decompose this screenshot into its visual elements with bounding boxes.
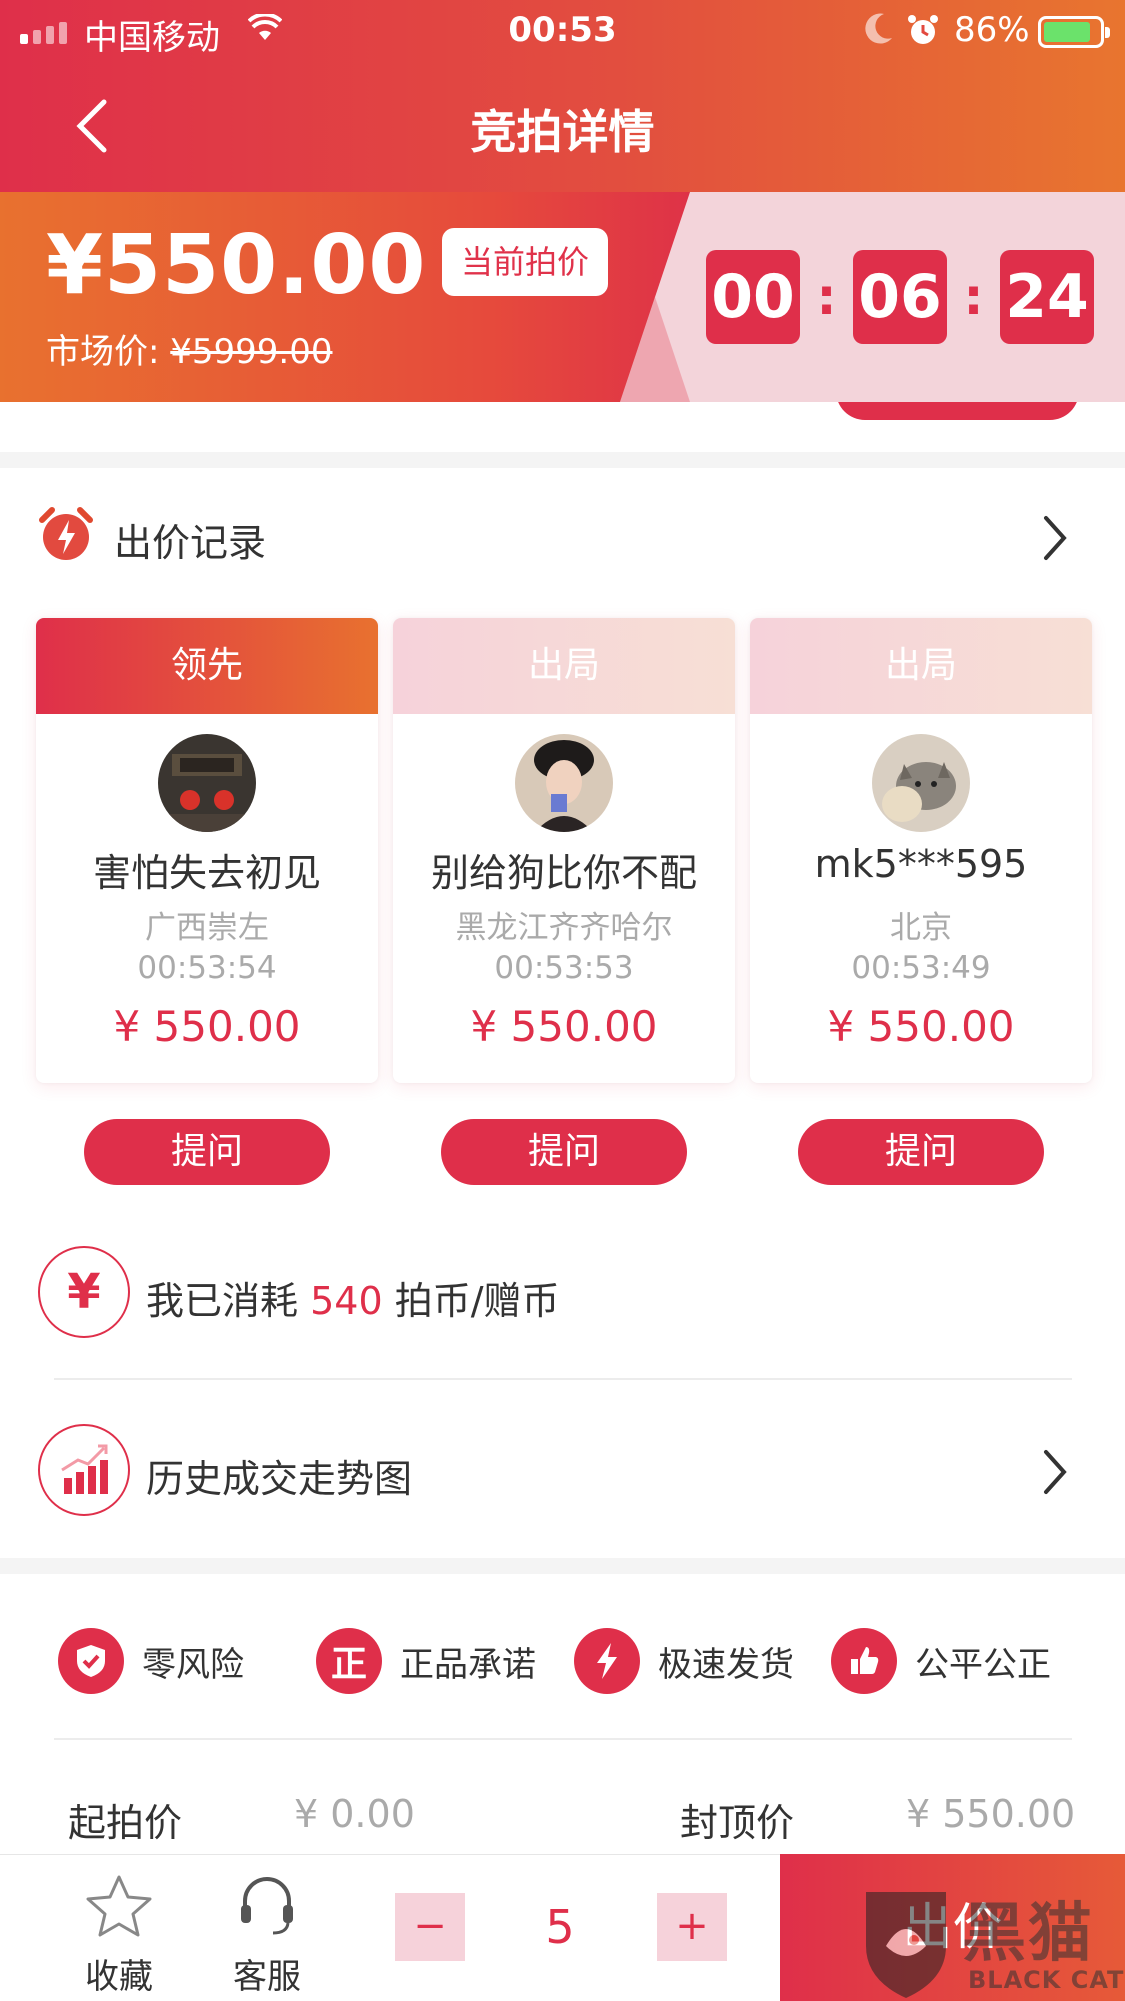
bidder-name: mk5***595 bbox=[814, 842, 1028, 886]
bid-status-out: 出局 bbox=[393, 618, 735, 714]
bid-time: 00:53:54 bbox=[137, 950, 277, 986]
countdown-timer: 00 : 06 : 24 bbox=[706, 250, 1094, 344]
guarantee-label: 零风险 bbox=[142, 1644, 244, 1685]
auction-detail-page: 中国移动 00:53 86% 竞拍详情 ¥550.00 当前拍价 市场价: ¥5… bbox=[0, 0, 1125, 2001]
guarantee-item: 公平公正 bbox=[831, 1628, 1051, 1694]
bid-amount: ¥ 550.00 bbox=[470, 1002, 658, 1051]
start-price-value: ¥ 0.00 bbox=[294, 1792, 415, 1836]
guarantee-section: 零风险 正 正品承诺 极速发货 公平公正 起拍价 ¥ 0.00 封顶价 ¥ 55… bbox=[0, 1574, 1125, 1874]
genuine-icon: 正 bbox=[316, 1628, 382, 1694]
alarm-icon bbox=[908, 15, 938, 44]
ask-question-button[interactable]: 提问 bbox=[798, 1119, 1044, 1185]
guarantee-label: 公平公正 bbox=[915, 1644, 1051, 1685]
shield-check-icon bbox=[58, 1628, 124, 1694]
timer-hours: 00 bbox=[706, 250, 800, 344]
scrolled-content-edge bbox=[0, 402, 1125, 452]
page-title: 竞拍详情 bbox=[470, 105, 655, 159]
bid-card: 出局 别给狗比你不配 黑龙江齐齐哈尔 00:53:53 ¥ 550.00 bbox=[393, 618, 735, 1083]
market-price-label: 市场价: bbox=[46, 332, 171, 372]
cap-price-label: 封顶价 bbox=[680, 1801, 795, 1845]
moon-icon bbox=[865, 13, 892, 44]
start-price-label: 起拍价 bbox=[68, 1801, 183, 1845]
bid-status-out: 出局 bbox=[750, 618, 1092, 714]
bid-amount: ¥ 550.00 bbox=[113, 1002, 301, 1051]
headset-icon bbox=[241, 1877, 293, 1935]
chevron-right-icon bbox=[1044, 1450, 1067, 1494]
guarantee-item: 正 正品承诺 bbox=[316, 1628, 536, 1694]
coins-consumed-prefix: 我已消耗 bbox=[146, 1279, 311, 1323]
ask-question-button[interactable]: 提问 bbox=[441, 1119, 687, 1185]
cap-price-value: ¥ 550.00 bbox=[906, 1792, 1076, 1836]
bid-records-section: 出价记录 领先 害怕失去初见 广西崇左 00:53:54 ¥ 550.00 出局… bbox=[0, 468, 1125, 1558]
bid-records-header[interactable]: 出价记录 bbox=[0, 468, 1125, 598]
bid-status-leading: 领先 bbox=[36, 618, 378, 714]
current-price: ¥550.00 bbox=[46, 218, 427, 313]
bid-time: 00:53:53 bbox=[494, 950, 634, 986]
watermark-subtext: BLACK CAT bbox=[968, 1966, 1125, 1994]
chevron-right-icon bbox=[1044, 516, 1067, 560]
battery-percent: 86% bbox=[954, 10, 1030, 50]
quantity-increase-button[interactable]: + bbox=[657, 1893, 727, 1961]
market-price: 市场价: ¥5999.00 bbox=[46, 324, 333, 373]
thumbs-up-icon bbox=[831, 1628, 897, 1694]
cat-shield-logo bbox=[866, 1892, 946, 1998]
guarantee-item: 极速发货 bbox=[574, 1628, 794, 1694]
star-icon bbox=[86, 1875, 152, 1937]
ask-question-button[interactable]: 提问 bbox=[84, 1119, 330, 1185]
guarantee-label: 正品承诺 bbox=[400, 1644, 536, 1685]
watermark-text: 黑猫 bbox=[962, 1897, 1094, 1971]
bid-card: 领先 害怕失去初见 广西崇左 00:53:54 ¥ 550.00 bbox=[36, 618, 378, 1083]
favorite-label: 收藏 bbox=[85, 1957, 153, 1997]
hidden-button-edge bbox=[836, 402, 1079, 420]
coins-consumed: 我已消耗 540 拍币/赠币 bbox=[146, 1270, 560, 1325]
bidder-location: 广西崇左 bbox=[145, 910, 269, 946]
bid-amount: ¥ 550.00 bbox=[827, 1002, 1015, 1051]
divider bbox=[54, 1738, 1072, 1740]
guarantee-item: 零风险 bbox=[58, 1628, 244, 1694]
timer-separator: : bbox=[816, 268, 837, 326]
current-price-tag: 当前拍价 bbox=[442, 228, 608, 296]
customer-service-button[interactable]: 客服 bbox=[212, 1873, 322, 1997]
guarantee-label: 极速发货 bbox=[658, 1644, 794, 1685]
bar-chart-icon bbox=[38, 1424, 130, 1516]
quantity-value: 5 bbox=[545, 1900, 575, 1954]
bidder-location: 黑龙江齐齐哈尔 bbox=[455, 910, 673, 946]
favorite-button[interactable]: 收藏 bbox=[64, 1873, 174, 1997]
coins-consumed-amount: 540 bbox=[310, 1279, 383, 1323]
bid-card: 出局 mk5***595 北京 00:53:49 ¥ 550.00 bbox=[750, 618, 1092, 1083]
timer-minutes: 06 bbox=[853, 250, 947, 344]
bidder-name: 别给狗比你不配 bbox=[430, 851, 697, 895]
history-trend-label: 历史成交走势图 bbox=[146, 1457, 413, 1501]
timer-seconds: 24 bbox=[1000, 250, 1094, 344]
quantity-decrease-button[interactable]: − bbox=[395, 1893, 465, 1961]
divider bbox=[54, 1378, 1072, 1380]
battery-icon bbox=[1038, 16, 1110, 48]
yuan-symbol: ¥ bbox=[67, 1264, 101, 1320]
black-cat-watermark: 黑猫 BLACK CAT bbox=[856, 1882, 1125, 2001]
bid-time: 00:53:49 bbox=[851, 950, 991, 986]
bid-records-title: 出价记录 bbox=[114, 521, 267, 565]
avatar bbox=[158, 734, 256, 832]
avatar bbox=[872, 734, 970, 832]
top-header: 中国移动 00:53 86% 竞拍详情 bbox=[0, 0, 1125, 192]
bidder-location: 北京 bbox=[890, 910, 952, 946]
timer-separator: : bbox=[963, 268, 984, 326]
coins-consumed-suffix: 拍币/赠币 bbox=[382, 1279, 560, 1323]
market-price-value: ¥5999.00 bbox=[170, 332, 333, 372]
alarm-clock-icon bbox=[39, 507, 93, 560]
yuan-icon: ¥ bbox=[38, 1246, 130, 1338]
customer-service-label: 客服 bbox=[233, 1957, 301, 1997]
status-bar: 中国移动 00:53 86% bbox=[0, 0, 1125, 60]
lightning-icon bbox=[574, 1628, 640, 1694]
avatar bbox=[515, 734, 613, 832]
bidder-name: 害怕失去初见 bbox=[92, 851, 321, 895]
